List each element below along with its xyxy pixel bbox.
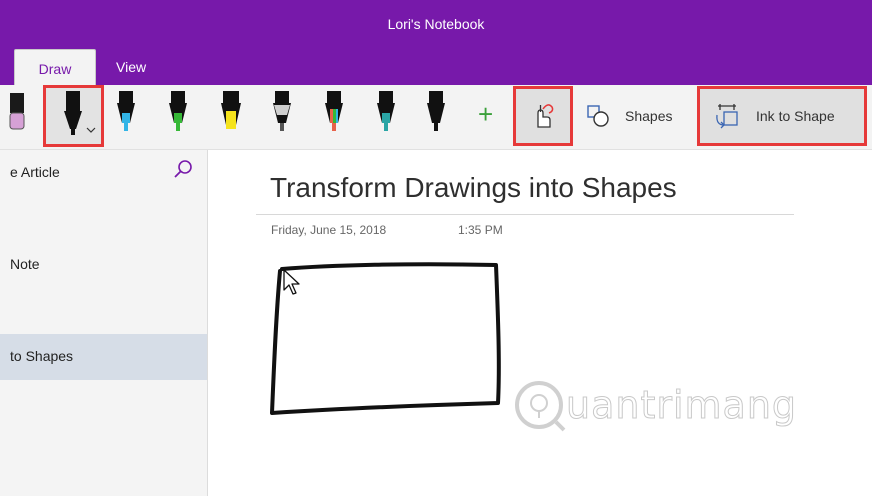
watermark-text: uantrimang [565,383,798,428]
shapes-button[interactable]: Shapes [585,101,672,131]
cyan-pen-icon[interactable] [114,91,138,137]
page-date: Friday, June 15, 2018 [271,223,387,237]
touch-highlight-box [513,86,573,146]
page-time: 1:35 PM [458,223,503,237]
teal-pen-icon[interactable] [374,91,398,137]
page-list-pane: e Article Note to Shapes [0,150,208,496]
watermark-logo [515,381,566,432]
pen-highlight-box [43,85,104,147]
black-pen-2-icon[interactable] [424,91,448,137]
galaxy-pen-icon[interactable] [270,91,294,137]
page-item-article[interactable]: e Article [0,156,207,188]
pink-highlighter-icon[interactable] [6,91,28,133]
page-title[interactable]: Transform Drawings into Shapes [270,172,677,204]
green-pen-icon[interactable] [166,91,190,137]
draw-ribbon: + Shapes Ink to Shape [0,85,872,150]
tab-draw[interactable]: Draw [14,49,96,86]
tab-view[interactable]: View [116,50,156,84]
page-item-note[interactable]: Note [0,248,207,280]
add-pen-icon[interactable]: + [478,101,493,127]
shapes-icon [587,105,609,127]
mouse-cursor-icon [283,269,300,295]
page-item-label: Note [10,256,40,272]
page-item-label: e Article [10,164,60,180]
yellow-highlighter-icon[interactable] [218,91,244,137]
shapes-label: Shapes [625,108,673,124]
search-icon[interactable] [172,158,194,180]
page-item-to-shapes[interactable]: to Shapes [0,334,207,380]
rainbow-pen-icon[interactable] [322,91,346,137]
title-divider [256,214,794,215]
title-bar: Lori's Notebook Draw View [0,0,872,86]
ink-to-shape-highlight-box [697,86,867,146]
page-item-label: to Shapes [10,348,74,364]
window-title: Lori's Notebook [387,16,485,32]
watermark: uantrimang [512,378,797,432]
